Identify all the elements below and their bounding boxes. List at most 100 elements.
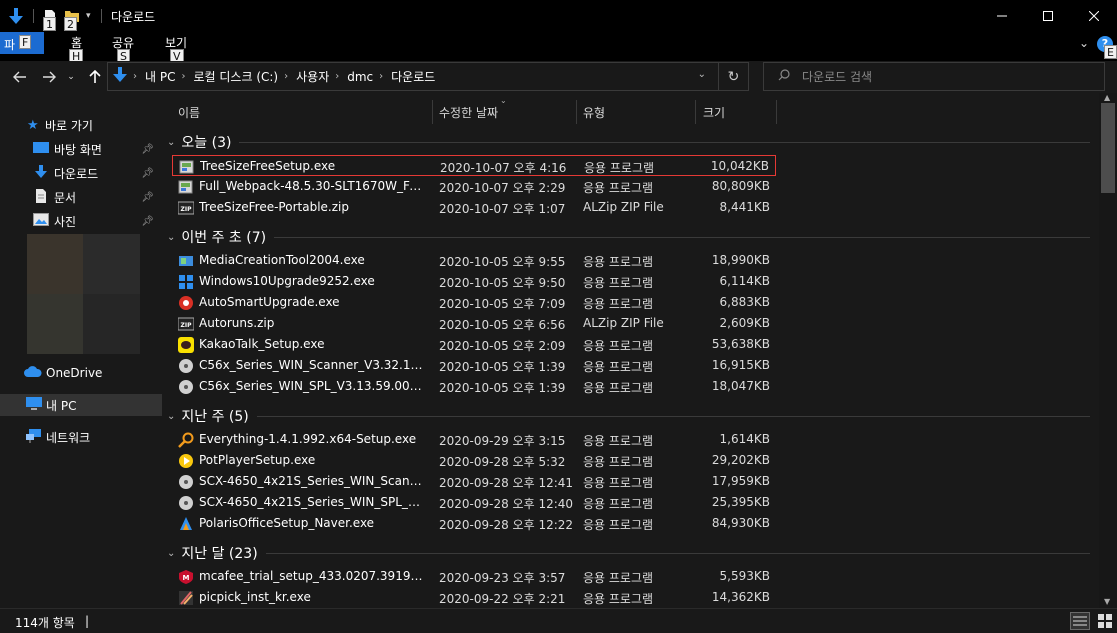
collapse-chevron-icon[interactable]: ⌄: [167, 232, 175, 243]
file-row[interactable]: picpick_inst_kr.exe 2020-09-22 오후 2:21 응용 …: [172, 587, 776, 608]
breadcrumb-separator[interactable]: ›: [181, 71, 185, 82]
group-header[interactable]: ⌄ 지난 주 (5): [167, 405, 249, 427]
address-bar[interactable]: › 내 PC › 로컬 디스크 (C:) › 사용자 › dmc › 다운로드 …: [107, 62, 749, 91]
file-row[interactable]: Windows10Upgrade9252.exe 2020-10-05 오후 9:…: [172, 271, 776, 292]
file-row[interactable]: PolarisOfficeSetup_Naver.exe 2020-09-28 오…: [172, 513, 776, 534]
file-type: 응용 프로그램: [583, 276, 654, 290]
file-name: TreeSizeFree-Portable.zip: [199, 200, 349, 214]
group-label: 지난 주 (5): [181, 409, 249, 425]
up-button[interactable]: [85, 61, 105, 93]
group-header[interactable]: ⌄ 지난 달 (23): [167, 542, 258, 564]
column-header-modified[interactable]: 수정한 날짜: [439, 100, 498, 124]
minimize-button[interactable]: [979, 0, 1025, 32]
breadcrumb-this-pc[interactable]: 내 PC: [145, 68, 175, 85]
pin-icon[interactable]: 📌︎: [141, 192, 154, 203]
breadcrumb-users[interactable]: 사용자: [296, 68, 329, 85]
breadcrumb-separator[interactable]: ›: [379, 71, 383, 82]
file-name: SCX-4650_4x21S_Series_WIN_SPL_V3.1...: [199, 495, 424, 509]
file-tab[interactable]: 파 F: [0, 32, 44, 54]
kakaotalk-icon: [178, 337, 194, 353]
file-size: 29,202KB: [711, 453, 770, 467]
title-divider: [33, 9, 34, 23]
nav-this-pc[interactable]: 내 PC: [0, 394, 162, 416]
column-divider[interactable]: [695, 100, 696, 124]
disc-icon: [178, 495, 194, 511]
group-header[interactable]: ⌄ 이번 주 초 (7): [167, 226, 266, 248]
breadcrumb-local-disk[interactable]: 로컬 디스크 (C:): [193, 68, 278, 85]
network-icon: [26, 428, 46, 446]
file-row[interactable]: Full_Webpack-48.5.30-SLT1670W_Full_... 20…: [172, 176, 776, 197]
details-view-icon[interactable]: [1070, 612, 1090, 630]
column-divider[interactable]: [432, 100, 433, 124]
breadcrumb-separator[interactable]: ›: [335, 71, 339, 82]
back-button[interactable]: [10, 61, 30, 93]
file-row[interactable]: AutoSmartUpgrade.exe 2020-10-05 오후 7:09 응용…: [172, 292, 776, 313]
help-key: E: [1104, 45, 1117, 59]
ribbon-tabs: 파 F 홈 H 공유 S 보기 V ⌄ ? E: [0, 32, 1117, 63]
file-type: 응용 프로그램: [583, 434, 654, 448]
file-name: AutoSmartUpgrade.exe: [199, 295, 340, 309]
search-box[interactable]: 다운로드 검색: [763, 62, 1105, 91]
nav-item-desktop[interactable]: 바탕 화면 📌︎: [0, 138, 162, 160]
nav-network[interactable]: 네트워크: [0, 426, 162, 448]
breadcrumb-downloads[interactable]: 다운로드: [391, 68, 435, 85]
file-size: 18,990KB: [711, 253, 770, 267]
file-row[interactable]: Everything-1.4.1.992.x64-Setup.exe 2020-0…: [172, 429, 776, 450]
nav-quick-access[interactable]: ★ 바로 가기: [0, 114, 162, 136]
collapse-chevron-icon[interactable]: ⌄: [167, 411, 175, 422]
scroll-up-icon[interactable]: ▲: [1104, 93, 1110, 102]
address-history-icon[interactable]: ⌄: [698, 69, 706, 80]
nav-onedrive[interactable]: OneDrive: [0, 362, 162, 384]
installer-icon: [179, 159, 195, 175]
maximize-button[interactable]: [1025, 0, 1071, 32]
nav-item-pictures[interactable]: 사진 📌︎: [0, 210, 162, 232]
file-type: 응용 프로그램: [583, 339, 654, 353]
forward-button[interactable]: [39, 61, 59, 93]
column-header-type[interactable]: 유형: [583, 100, 605, 124]
group-divider-line: [239, 142, 1090, 143]
pin-icon[interactable]: 📌︎: [141, 216, 154, 227]
file-row[interactable]: SCX-4650_4x21S_Series_WIN_Scanner_... 202…: [172, 471, 776, 492]
tab-share-label: 공유: [112, 36, 135, 50]
group-header[interactable]: ⌄ 오늘 (3): [167, 131, 231, 153]
file-row[interactable]: C56x_Series_WIN_SPL_V3.13.59.00.04_... 20…: [172, 376, 776, 397]
recent-locations-icon[interactable]: ⌄: [64, 61, 78, 93]
nav-item-documents[interactable]: 문서 📌︎: [0, 186, 162, 208]
collapse-chevron-icon[interactable]: ⌄: [167, 137, 175, 148]
customize-qat-icon[interactable]: ▾: [86, 0, 91, 32]
expand-ribbon-icon[interactable]: ⌄: [1079, 36, 1089, 50]
file-type: 응용 프로그램: [583, 592, 654, 606]
red-upgrade-icon: [178, 295, 194, 311]
down-arrow-icon[interactable]: [8, 0, 24, 32]
column-header-name[interactable]: 이름: [178, 100, 200, 124]
pin-icon[interactable]: 📌︎: [141, 144, 154, 155]
scroll-down-icon[interactable]: ▼: [1104, 597, 1110, 606]
collapse-chevron-icon[interactable]: ⌄: [167, 548, 175, 559]
disc-icon: [178, 474, 194, 490]
vertical-scrollbar[interactable]: ▲ ▼: [1099, 93, 1117, 608]
status-bar: 114개 항목 |: [0, 608, 1117, 633]
sort-indicator-icon: ⌄: [500, 96, 507, 105]
breadcrumb-dmc[interactable]: dmc: [347, 70, 373, 84]
close-button[interactable]: [1071, 0, 1117, 32]
nav-item-downloads[interactable]: 다운로드 📌︎: [0, 162, 162, 184]
scrollbar-thumb[interactable]: [1101, 103, 1115, 193]
column-header-size[interactable]: 크기: [703, 100, 725, 124]
file-row[interactable]: C56x_Series_WIN_Scanner_V3.32.11.00_... 2…: [172, 355, 776, 376]
file-row[interactable]: SCX-4650_4x21S_Series_WIN_SPL_V3.1... 202…: [172, 492, 776, 513]
file-row[interactable]: TreeSizeFreeSetup.exe 2020-10-07 오후 4:16 응…: [172, 155, 776, 176]
file-row[interactable]: PotPlayerSetup.exe 2020-09-28 오후 5:32 응용 프…: [172, 450, 776, 471]
file-row[interactable]: ZIP Autoruns.zip 2020-10-05 오후 6:56 ALZip Z…: [172, 313, 776, 334]
refresh-button[interactable]: ↻: [718, 63, 748, 90]
breadcrumb-separator[interactable]: ›: [284, 71, 288, 82]
file-tab-key: F: [19, 35, 32, 49]
column-divider[interactable]: [576, 100, 577, 124]
group-label: 지난 달 (23): [181, 546, 258, 562]
large-icons-view-icon[interactable]: [1096, 612, 1114, 630]
file-row[interactable]: KakaoTalk_Setup.exe 2020-10-05 오후 2:09 응용 …: [172, 334, 776, 355]
file-row[interactable]: ZIP TreeSizeFree-Portable.zip 2020-10-07 오…: [172, 197, 776, 218]
file-row[interactable]: MediaCreationTool2004.exe 2020-10-05 오후 9…: [172, 250, 776, 271]
column-divider[interactable]: [776, 100, 777, 124]
pin-icon[interactable]: 📌︎: [141, 168, 154, 179]
file-row[interactable]: Mmcafee_trial_setup_433.0207.3919_key...…: [172, 566, 776, 587]
